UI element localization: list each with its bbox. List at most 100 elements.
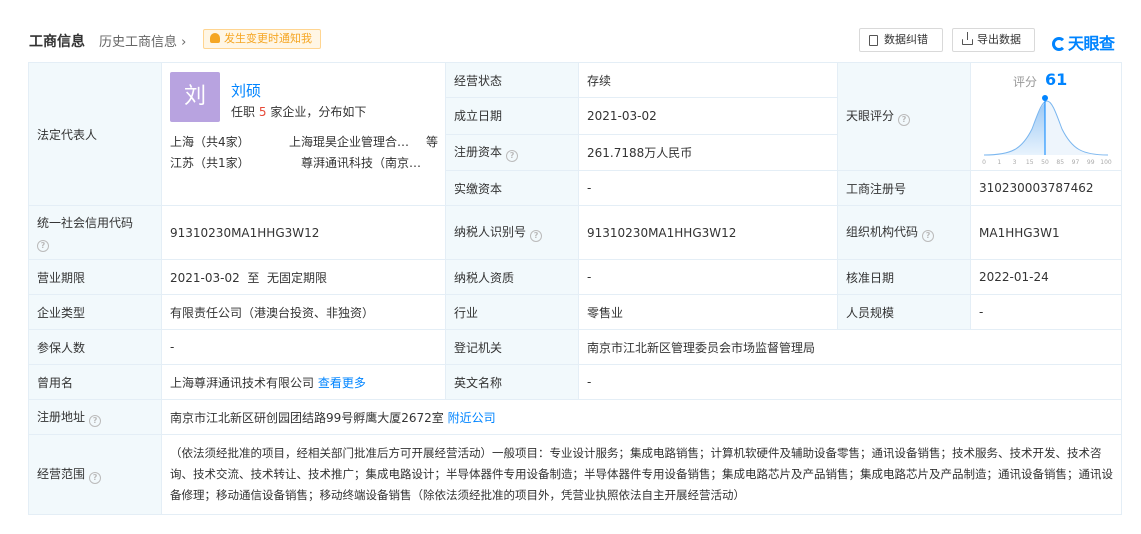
score-value: 61 (1045, 70, 1068, 89)
summary-count: 5 (258, 105, 267, 119)
help-icon[interactable]: ? (89, 414, 102, 427)
curve-area (984, 101, 1108, 155)
address-value: 南京市江北新区研创园团结路99号孵鹰大厦2672室 (170, 410, 444, 425)
help-icon[interactable]: ? (922, 230, 935, 242)
history-link[interactable]: 历史工商信息 › (99, 31, 186, 50)
tax-id-label: 纳税人识别号 (454, 225, 527, 239)
authority-value: 南京市江北新区管理委员会市场监督管理局 (578, 329, 1122, 365)
notify-button[interactable]: 发生变更时通知我 (203, 29, 321, 49)
region-jiangsu-company[interactable]: 尊湃通讯科技（南京… (301, 154, 421, 171)
scope-label-cell: 经营范围? (28, 434, 162, 515)
score-distribution-chart: 0 1 3 15 50 85 97 99 100 (982, 95, 1112, 166)
status-value: 存续 (578, 61, 838, 99)
score-tick-label: 15 (1026, 159, 1034, 166)
download-icon (962, 32, 973, 45)
curve-fill (984, 103, 1045, 155)
logo-icon (1052, 37, 1066, 51)
insured-label: 参保人数 (28, 329, 162, 365)
help-icon[interactable]: ? (89, 472, 102, 484)
paid-capital-label: 实缴资本 (445, 170, 579, 206)
legal-rep-name[interactable]: 刘硕 (231, 80, 261, 101)
bell-icon (210, 33, 220, 43)
reg-no-value: 310230003787462 (970, 170, 1122, 206)
org-code-value: MA1HHG3W1 (970, 205, 1122, 260)
status-label: 经营状态 (445, 61, 579, 99)
section-header: 工商信息 历史工商信息 › 发生变更时通知我 数据纠错 导出数据 天眼查 (0, 0, 1141, 62)
avatar[interactable]: 刘 (170, 72, 220, 122)
reg-capital-label: 注册资本 (454, 144, 503, 159)
authority-label: 登记机关 (445, 329, 579, 365)
paid-capital-value: - (578, 170, 838, 206)
company-type-value: 有限责任公司（港澳台投资、非独资） (161, 294, 446, 330)
report-error-button[interactable]: 数据纠错 (859, 28, 943, 52)
score-marker-dot (1042, 95, 1048, 101)
chevron-right-icon: › (181, 35, 187, 50)
address-cell: 南京市江北新区研创园团结路99号孵鹰大厦2672室 附近公司 (161, 399, 1122, 435)
tax-id-value: 91310230MA1HHG3W12 (578, 205, 838, 260)
scope-value: （依法须经批准的项目，经相关部门批准后方可开展经营活动）一般项目：专业设计服务；… (161, 434, 1122, 515)
term-label: 营业期限 (28, 259, 162, 295)
nearby-companies-link[interactable]: 附近公司 (448, 411, 496, 425)
staff-size-label: 人员规模 (837, 294, 971, 330)
score-tick-label: 97 (1072, 159, 1080, 166)
history-link-label: 历史工商信息 (99, 35, 178, 50)
score-tick-label: 50 (1041, 159, 1049, 166)
former-name-cell: 上海尊湃通讯技术有限公司 查看更多 (161, 364, 446, 400)
credit-code-value: 91310230MA1HHG3W12 (161, 205, 446, 260)
org-code-label: 组织机构代码 (846, 225, 919, 239)
business-info-table: 法定代表人 刘 刘硕 任职 5 家企业，分布如下 上海（共4家） 上海琨昊企业管… (28, 61, 1122, 515)
former-name-label: 曾用名 (28, 364, 162, 400)
credit-code-label: 统一社会信用代码 (37, 215, 134, 230)
scope-label: 经营范围 (37, 467, 86, 481)
region-shanghai-company[interactable]: 上海琨昊企业管理合… (289, 133, 409, 150)
summary-suffix: 家企业，分布如下 (270, 105, 367, 119)
industry-value: 零售业 (578, 294, 838, 330)
score-tick-label: 0 (982, 159, 986, 166)
former-name-value: 上海尊湃通讯技术有限公司 (170, 375, 315, 390)
legal-rep-label: 法定代表人 (28, 62, 162, 206)
term-value: 2021-03-02 至 无固定期限 (161, 259, 446, 295)
score-tick-label: 85 (1056, 159, 1064, 166)
approve-date-value: 2022-01-24 (970, 259, 1122, 295)
section-title: 工商信息 (29, 34, 85, 50)
region-shanghai[interactable]: 上海（共4家） (170, 133, 250, 150)
legal-rep-cell: 刘 刘硕 任职 5 家企业，分布如下 上海（共4家） 上海琨昊企业管理合… 等 … (161, 62, 446, 206)
english-name-value: - (578, 364, 1122, 400)
region-more: 等 (426, 135, 439, 149)
reg-capital-label-cell: 注册资本? (445, 133, 579, 172)
found-date-label: 成立日期 (445, 97, 579, 135)
help-icon[interactable]: ? (37, 239, 49, 252)
address-label: 注册地址 (37, 409, 86, 424)
help-icon[interactable]: ? (506, 149, 519, 162)
industry-label: 行业 (445, 294, 579, 330)
tianyancha-logo: 天眼查 (1052, 30, 1115, 54)
credit-code-label-cell: 统一社会信用代码? (28, 205, 162, 260)
tax-qual-value: - (578, 259, 838, 295)
score-caption: 评分 (1013, 75, 1038, 89)
report-error-label: 数据纠错 (884, 33, 928, 46)
staff-size-value: - (970, 294, 1122, 330)
insured-value: - (161, 329, 446, 365)
region-jiangsu[interactable]: 江苏（共1家） (170, 154, 250, 171)
legal-rep-summary: 任职 5 家企业，分布如下 (231, 103, 366, 120)
reg-capital-value: 261.7188万人民币 (578, 133, 838, 172)
export-data-label: 导出数据 (977, 33, 1021, 46)
notify-label: 发生变更时通知我 (224, 32, 312, 45)
score-tick-label: 100 (1100, 159, 1112, 166)
score-tick-label: 1 (997, 159, 1001, 166)
found-date-value: 2021-03-02 (578, 97, 838, 135)
view-more-link[interactable]: 查看更多 (318, 376, 366, 390)
score-tick-label: 3 (1013, 159, 1017, 166)
score-widget[interactable]: 评分 61 0 1 3 15 50 85 97 99 100 (973, 63, 1120, 169)
export-data-button[interactable]: 导出数据 (952, 28, 1035, 52)
tax-id-label-cell: 纳税人识别号? (445, 205, 579, 260)
score-ticks: 0 1 3 15 50 85 97 99 100 (982, 159, 1112, 166)
document-icon (869, 35, 878, 46)
help-icon[interactable]: ? (530, 230, 543, 242)
summary-prefix: 任职 (231, 105, 256, 119)
logo-text: 天眼查 (1068, 34, 1115, 53)
address-label-cell: 注册地址? (28, 399, 162, 435)
org-code-label-cell: 组织机构代码? (837, 205, 971, 260)
reg-no-label: 工商注册号 (837, 170, 971, 206)
score-tick-label: 99 (1087, 159, 1095, 166)
